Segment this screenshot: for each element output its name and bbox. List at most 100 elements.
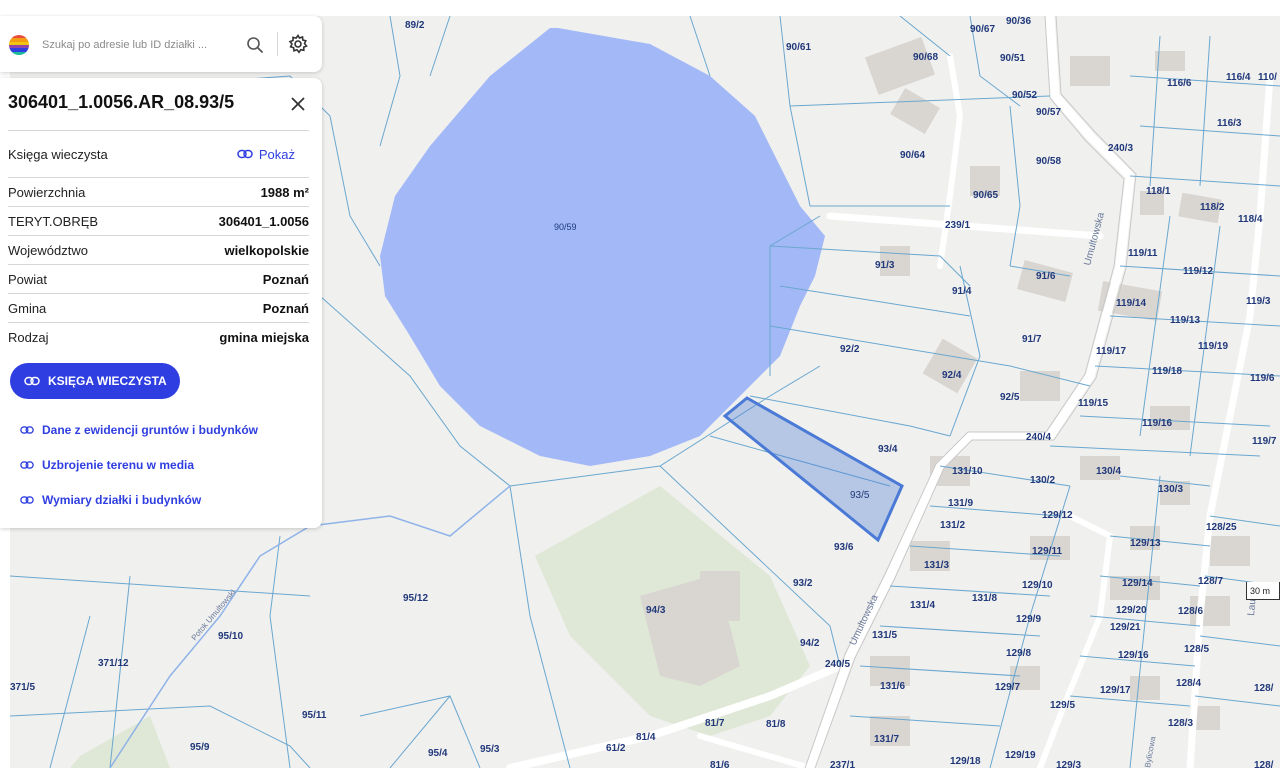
svg-text:129/18: 129/18: [950, 756, 981, 767]
svg-text:Bylicowa: Bylicowa: [1143, 735, 1157, 768]
svg-text:92/5: 92/5: [1000, 392, 1020, 403]
svg-text:129/13: 129/13: [1130, 538, 1161, 549]
search-input[interactable]: [40, 34, 239, 56]
gear-icon[interactable]: [288, 34, 308, 54]
svg-text:81/7: 81/7: [705, 718, 725, 729]
svg-text:129/20: 129/20: [1116, 605, 1147, 616]
svg-text:119/15: 119/15: [1078, 398, 1108, 409]
land-records-link[interactable]: Dane z ewidencji gruntów i budynków: [20, 423, 258, 437]
svg-text:90/64: 90/64: [900, 150, 925, 161]
svg-text:128/7: 128/7: [1198, 576, 1223, 587]
svg-text:128/4: 128/4: [1176, 678, 1201, 689]
svg-text:129/11: 129/11: [1032, 546, 1062, 557]
svg-text:131/6: 131/6: [880, 681, 905, 692]
attr-value: 1988 m²: [260, 184, 309, 200]
svg-text:237/1: 237/1: [830, 760, 855, 768]
link-icon: [237, 149, 253, 159]
svg-text:130/4: 130/4: [1096, 466, 1121, 477]
svg-text:128/: 128/: [1254, 760, 1274, 768]
svg-text:119/13: 119/13: [1170, 315, 1200, 326]
link-icon: [20, 461, 34, 469]
svg-text:118/1: 118/1: [1146, 186, 1171, 197]
svg-text:240/4: 240/4: [1026, 432, 1051, 443]
svg-text:89/2: 89/2: [405, 20, 425, 31]
svg-text:119/7: 119/7: [1252, 436, 1277, 447]
svg-text:95/4: 95/4: [428, 748, 448, 759]
svg-text:131/5: 131/5: [872, 630, 897, 641]
svg-text:119/12: 119/12: [1183, 266, 1213, 277]
svg-text:90/65: 90/65: [973, 190, 998, 201]
svg-text:93/2: 93/2: [793, 578, 813, 589]
search-icon[interactable]: [246, 36, 264, 54]
attr-row-commune: Gmina Poznań: [8, 293, 309, 322]
attr-row-type: Rodzaj gmina miejska: [8, 322, 309, 351]
green-area-small: [70, 716, 170, 768]
svg-text:90/68: 90/68: [913, 52, 938, 63]
pond: [380, 28, 825, 466]
svg-text:119/14: 119/14: [1116, 298, 1146, 309]
svg-text:90/51: 90/51: [1000, 53, 1025, 64]
svg-text:110/: 110/: [1258, 72, 1277, 83]
svg-text:61/2: 61/2: [606, 743, 626, 754]
svg-text:129/5: 129/5: [1050, 700, 1075, 711]
close-icon[interactable]: [290, 96, 306, 112]
svg-text:131/4: 131/4: [910, 600, 935, 611]
svg-text:129/3: 129/3: [1056, 760, 1081, 768]
svg-text:128/3: 128/3: [1168, 718, 1193, 729]
search-divider: [277, 32, 278, 56]
svg-text:129/12: 129/12: [1042, 510, 1073, 521]
svg-text:90/57: 90/57: [1036, 107, 1061, 118]
stream: [109, 485, 511, 768]
attr-value: gmina miejska: [219, 329, 309, 345]
svg-text:90/58: 90/58: [1036, 156, 1061, 167]
svg-text:131/8: 131/8: [972, 593, 997, 604]
svg-text:129/21: 129/21: [1110, 622, 1141, 633]
svg-text:371/12: 371/12: [98, 658, 129, 669]
svg-text:129/14: 129/14: [1122, 578, 1153, 589]
svg-text:119/19: 119/19: [1198, 341, 1228, 352]
svg-text:91/4: 91/4: [952, 286, 972, 297]
svg-text:119/16: 119/16: [1142, 418, 1172, 429]
land-register-button[interactable]: KSIĘGA WIECZYSTA: [10, 363, 180, 399]
attr-row-teryt: TERYT.OBRĘB 306401_1.0056: [8, 206, 309, 235]
link-icon: [24, 376, 40, 386]
svg-text:131/7: 131/7: [874, 734, 899, 745]
attr-value: wielkopolskie: [224, 242, 309, 258]
svg-text:94/2: 94/2: [800, 638, 820, 649]
svg-text:94/3: 94/3: [646, 605, 666, 616]
svg-text:119/6: 119/6: [1250, 373, 1275, 384]
svg-text:93/6: 93/6: [834, 542, 854, 553]
svg-text:119/3: 119/3: [1246, 296, 1271, 307]
svg-text:129/9: 129/9: [1016, 614, 1041, 625]
svg-text:116/3: 116/3: [1217, 118, 1242, 129]
svg-text:81/8: 81/8: [766, 719, 786, 730]
svg-text:128/6: 128/6: [1178, 606, 1203, 617]
attr-label: Powiat: [8, 271, 48, 287]
svg-text:129/17: 129/17: [1100, 685, 1131, 696]
svg-text:130/2: 130/2: [1030, 475, 1055, 486]
plot-info-panel: 306401_1.0056.AR_08.93/5 Księga wieczyst…: [0, 78, 322, 528]
svg-text:240/3: 240/3: [1108, 143, 1133, 154]
svg-text:131/3: 131/3: [924, 560, 949, 571]
attr-row-area: Powierzchnia 1988 m²: [8, 177, 309, 206]
svg-text:239/1: 239/1: [945, 220, 970, 231]
svg-text:116/4: 116/4: [1226, 72, 1251, 83]
svg-text:131/10: 131/10: [952, 466, 983, 477]
attr-label: Powierzchnia: [8, 184, 86, 200]
svg-text:128/25: 128/25: [1206, 522, 1237, 533]
svg-text:119/11: 119/11: [1128, 248, 1158, 259]
svg-text:371/5: 371/5: [10, 682, 35, 693]
svg-text:118/4: 118/4: [1238, 214, 1263, 225]
dimensions-link[interactable]: Wymiary działki i budynków: [20, 493, 201, 507]
show-kw-link[interactable]: Pokaż: [237, 147, 295, 162]
svg-text:240/5: 240/5: [825, 659, 850, 670]
svg-text:91/6: 91/6: [1036, 271, 1056, 282]
svg-text:91/3: 91/3: [875, 260, 895, 271]
svg-text:91/7: 91/7: [1022, 334, 1042, 345]
utilities-link[interactable]: Uzbrojenie terenu w media: [20, 458, 194, 472]
svg-text:131/2: 131/2: [940, 520, 965, 531]
svg-text:90/59: 90/59: [554, 222, 577, 232]
svg-text:81/6: 81/6: [710, 760, 730, 768]
svg-text:119/18: 119/18: [1152, 366, 1182, 377]
svg-text:90/52: 90/52: [1012, 90, 1037, 101]
